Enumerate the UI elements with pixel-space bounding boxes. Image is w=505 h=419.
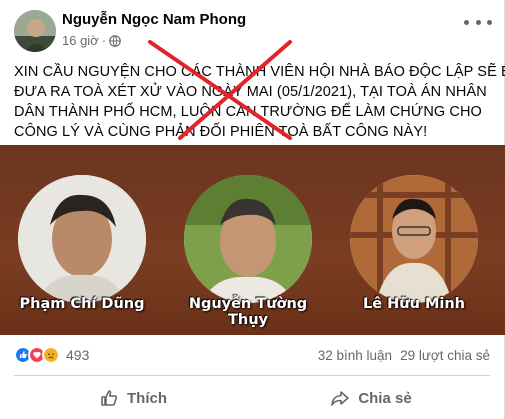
like-button[interactable]: Thích [14, 380, 252, 416]
like-label: Thích [127, 389, 167, 407]
portrait-photo [350, 175, 478, 303]
post-text-line: DÂN THÀNH PHỐ HCM, LUÔN CAN TRƯỜNG ĐỂ LÀ… [14, 104, 482, 120]
thumbs-up-icon [101, 390, 118, 406]
portrait-photo [184, 175, 312, 303]
post-image[interactable]: Phạm Chí Dũng Nguyễn Tường Thụy Lê Hữu M… [0, 145, 505, 335]
share-button[interactable]: Chia sẻ [252, 380, 490, 416]
person-name-label: Phạm Chí Dũng [19, 296, 145, 312]
share-arrow-icon [331, 391, 350, 406]
post-text-line: XIN CẦU NGUYỆN CHO CÁC THÀNH VIÊN HỘI NH… [14, 64, 505, 80]
engagement-stats: 32 bình luận 29 lượt chia sẻ [318, 348, 490, 363]
divider [14, 375, 490, 376]
share-label: Chia sẻ [358, 389, 412, 407]
reactions-summary[interactable]: 493 [14, 346, 89, 364]
shares-count-link[interactable]: 29 lượt chia sẻ [400, 348, 490, 363]
post-text-line: ĐƯA RA TOÀ XÉT XỬ VÀO NGÀY MAI (05/1/202… [14, 84, 487, 100]
post-text-line: CÔNG LÝ VÀ CÙNG PHẢN ĐỐI PHIÊN TOÀ BẤT C… [14, 124, 428, 140]
comments-count-link[interactable]: 32 bình luận [318, 348, 392, 363]
post-text: XIN CẦU NGUYỆN CHO CÁC THÀNH VIÊN HỘI NH… [14, 62, 505, 142]
portrait-photo [18, 175, 146, 303]
more-options-icon[interactable] [464, 14, 492, 30]
post-meta: 16 giờ · [62, 33, 121, 48]
sad-reaction-icon [42, 346, 60, 364]
person-name-label: Lê Hữu Minh [363, 296, 465, 312]
person-name-label: Nguyễn Tường Thụy [188, 296, 308, 328]
author-name[interactable]: Nguyễn Ngọc Nam Phong [62, 11, 246, 28]
author-avatar[interactable] [14, 10, 56, 52]
reaction-count: 493 [66, 347, 90, 363]
facebook-post-card: Nguyễn Ngọc Nam Phong 16 giờ · XIN CẦU N… [0, 0, 505, 419]
post-time[interactable]: 16 giờ [62, 33, 99, 48]
post-actions: Thích Chia sẻ [14, 380, 490, 416]
globe-icon [109, 34, 121, 47]
